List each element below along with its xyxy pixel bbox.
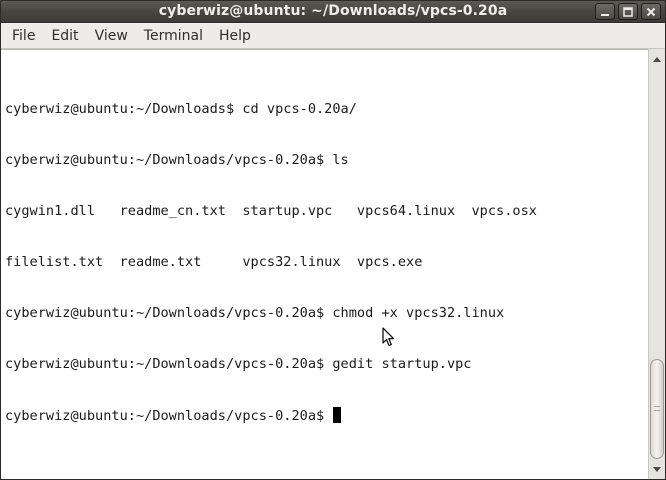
vertical-scrollbar[interactable] bbox=[648, 49, 665, 479]
menu-file[interactable]: File bbox=[4, 24, 43, 49]
terminal-prompt: cyberwiz@ubuntu:~/Downloads/vpcs-0.20a$ bbox=[5, 408, 333, 424]
terminal-line: cyberwiz@ubuntu:~/Downloads/vpcs-0.20a$ … bbox=[5, 152, 349, 168]
terminal-line: cyberwiz@ubuntu:~/Downloads/vpcs-0.20a$ … bbox=[5, 356, 472, 372]
scroll-down-button[interactable] bbox=[649, 462, 665, 478]
scroll-up-button[interactable] bbox=[649, 51, 665, 67]
menu-help[interactable]: Help bbox=[211, 24, 259, 49]
terminal-output[interactable]: cyberwiz@ubuntu:~/Downloads$ cd vpcs-0.2… bbox=[1, 49, 648, 479]
text-cursor bbox=[333, 407, 342, 423]
menu-bar: File Edit View Terminal Help bbox=[1, 24, 665, 49]
terminal-line: cygwin1.dll readme_cn.txt startup.vpc vp… bbox=[5, 203, 537, 219]
menu-view-label: View bbox=[94, 27, 128, 44]
mouse-pointer-icon bbox=[382, 327, 395, 347]
terminal-line: cyberwiz@ubuntu:~/Downloads$ cd vpcs-0.2… bbox=[5, 101, 357, 117]
terminal-prompt-line[interactable]: cyberwiz@ubuntu:~/Downloads/vpcs-0.20a$ bbox=[5, 407, 537, 424]
maximize-icon bbox=[623, 6, 633, 17]
window-title: cyberwiz@ubuntu: ~/Downloads/vpcs-0.20a bbox=[158, 3, 508, 19]
title-bar[interactable]: cyberwiz@ubuntu: ~/Downloads/vpcs-0.20a bbox=[1, 1, 665, 23]
window-controls bbox=[595, 3, 661, 20]
minimize-button[interactable] bbox=[595, 3, 615, 20]
close-button[interactable] bbox=[641, 3, 661, 20]
menu-edit-label: Edit bbox=[51, 27, 79, 44]
scroll-thumb[interactable] bbox=[650, 359, 664, 459]
arrow-up-icon bbox=[653, 57, 661, 62]
close-icon bbox=[646, 7, 656, 16]
menu-file-label: File bbox=[12, 27, 36, 44]
maximize-button[interactable] bbox=[618, 3, 638, 20]
minimize-icon bbox=[601, 13, 609, 16]
menu-terminal-label: Terminal bbox=[143, 27, 203, 44]
terminal-text: cyberwiz@ubuntu:~/Downloads$ cd vpcs-0.2… bbox=[5, 67, 537, 458]
terminal-line: filelist.txt readme.txt vpcs32.linux vpc… bbox=[5, 254, 423, 270]
terminal-line: cyberwiz@ubuntu:~/Downloads/vpcs-0.20a$ … bbox=[5, 305, 505, 321]
menu-help-label: Help bbox=[218, 27, 251, 44]
menu-edit[interactable]: Edit bbox=[43, 24, 86, 49]
arrow-down-icon bbox=[653, 467, 661, 472]
menu-terminal[interactable]: Terminal bbox=[136, 24, 211, 49]
menu-view[interactable]: View bbox=[87, 24, 136, 49]
terminal-window: cyberwiz@ubuntu: ~/Downloads/vpcs-0.20a bbox=[0, 0, 666, 480]
